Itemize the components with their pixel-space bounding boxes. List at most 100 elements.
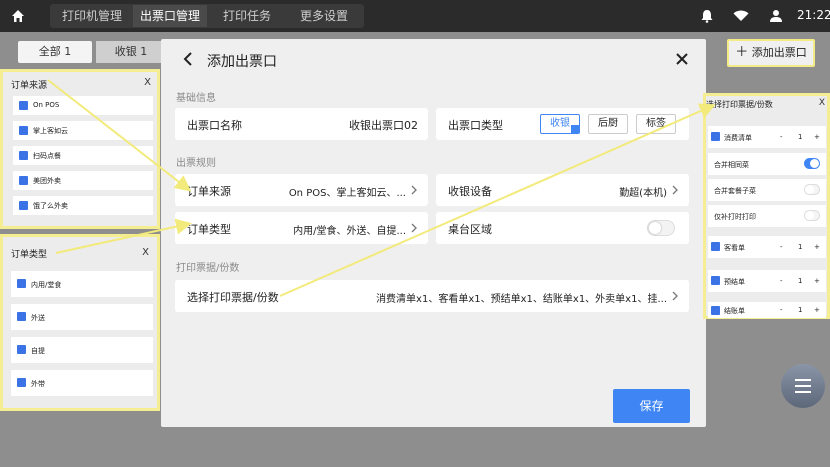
plus-icon: ＋ — [735, 45, 749, 60]
save-button[interactable]: 保存 — [613, 389, 690, 423]
close-icon[interactable]: X — [819, 98, 825, 108]
chevron-right-icon — [671, 185, 679, 195]
receipts-value: 消费清单x1、客看单x1、预结单x1、结账单x1、外卖单x1、挂... — [376, 294, 667, 305]
cashier-device-row[interactable]: 收银设备 勤超(本机) — [436, 174, 689, 206]
order-source-label: 订单来源 — [187, 185, 231, 198]
quantity-value: 1 — [798, 133, 803, 141]
chevron-right-icon — [410, 185, 418, 195]
decrease-button[interactable]: - — [780, 277, 783, 285]
quantity-value: 1 — [798, 243, 803, 251]
user-icon[interactable] — [769, 9, 783, 23]
order-type-value: 内用/堂食、外送、自提... — [293, 226, 406, 237]
increase-button[interactable]: + — [814, 133, 820, 141]
back-icon[interactable] — [181, 51, 195, 67]
checkbox-checked-icon[interactable] — [711, 276, 720, 285]
order-source-panel: 订单来源 X On POS 掌上客如云 扫码点餐 美团外卖 饿了么外卖 — [0, 69, 160, 229]
type-option-label[interactable]: 标签 — [636, 114, 676, 134]
increase-button[interactable]: + — [814, 306, 820, 314]
close-icon[interactable]: X — [142, 247, 149, 258]
list-item[interactable]: 外送 — [11, 304, 153, 330]
receipt-option-merge-combo: 合并套餐子菜 — [708, 179, 826, 201]
section-print-rules: 出票规则 — [176, 158, 216, 169]
increase-button[interactable]: + — [814, 277, 820, 285]
order-source-row[interactable]: 订单来源 On POS、掌上客如云、... — [175, 174, 428, 206]
decrease-button[interactable]: - — [780, 243, 783, 251]
checkbox-checked-icon[interactable] — [711, 242, 720, 251]
close-icon[interactable] — [675, 52, 689, 66]
cashier-device-label: 收银设备 — [448, 185, 492, 198]
checkbox-checked-icon[interactable] — [17, 312, 26, 321]
checkbox-checked-icon[interactable] — [19, 151, 28, 160]
list-item[interactable]: 外带 — [11, 370, 153, 396]
list-item[interactable]: 自提 — [11, 337, 153, 363]
outlet-name-label: 出票口名称 — [187, 119, 242, 132]
order-type-panel-title: 订单类型 — [11, 250, 48, 260]
receipt-row-prebill: 预结单 - 1 + — [708, 270, 826, 292]
menu-fab-button[interactable] — [781, 364, 825, 408]
subtab-cashier[interactable]: 收银 1 — [96, 41, 166, 63]
merge-same-toggle[interactable] — [804, 158, 820, 169]
toggle-knob — [810, 159, 819, 168]
cashier-device-value: 勤超(本机) — [619, 188, 667, 199]
receipt-option-reprint-only: 仅补打时打印 — [708, 205, 826, 227]
hamburger-icon — [795, 379, 811, 393]
outlet-type-label: 出票口类型 — [448, 119, 503, 132]
checkbox-checked-icon[interactable] — [17, 279, 26, 288]
tab-printer-management[interactable]: 打印机管理 — [54, 5, 130, 27]
wifi-icon — [733, 10, 749, 22]
receipts-panel: 选择打印票据/份数 X 消费清单 - 1 + 合并相同菜 合并套餐子菜 仅补打时… — [703, 93, 830, 319]
list-item[interactable]: 掌上客如云 — [13, 121, 153, 140]
section-print-receipts: 打印票据/份数 — [176, 263, 240, 274]
receipts-row[interactable]: 选择打印票据/份数 消费清单x1、客看单x1、预结单x1、结账单x1、外卖单x1… — [175, 280, 689, 312]
order-type-row[interactable]: 订单类型 内用/堂食、外送、自提... — [175, 212, 428, 244]
outlet-name-row[interactable]: 出票口名称 收银出票口02 — [175, 108, 428, 140]
subtab-all[interactable]: 全部 1 — [18, 41, 92, 63]
toggle-knob — [805, 211, 814, 220]
list-item[interactable]: 扫码点餐 — [13, 146, 153, 165]
list-item[interactable]: On POS — [13, 96, 153, 115]
checkbox-checked-icon[interactable] — [711, 132, 720, 141]
decrease-button[interactable]: - — [780, 133, 783, 141]
tab-print-tasks[interactable]: 打印任务 — [210, 5, 284, 27]
toggle-knob — [805, 185, 814, 194]
tab-ticket-outlet-management[interactable]: 出票口管理 — [133, 5, 207, 27]
receipts-panel-title: 选择打印票据/份数 — [706, 100, 773, 109]
checkbox-checked-icon[interactable] — [17, 378, 26, 387]
home-icon[interactable] — [10, 8, 26, 24]
checkbox-checked-icon[interactable] — [711, 306, 720, 315]
check-corner-icon — [571, 125, 579, 133]
add-outlet-button[interactable]: ＋ 添加出票口 — [727, 39, 815, 67]
receipt-option-merge-same: 合并相同菜 — [708, 153, 826, 175]
list-item[interactable]: 美团外卖 — [13, 171, 153, 190]
list-item[interactable]: 饿了么外卖 — [13, 196, 153, 215]
decrease-button[interactable]: - — [780, 306, 783, 314]
toggle-knob — [649, 222, 661, 234]
merge-combo-toggle[interactable] — [804, 184, 820, 195]
type-option-kitchen[interactable]: 后厨 — [588, 114, 628, 134]
checkbox-checked-icon[interactable] — [19, 201, 28, 210]
modal-title: 添加出票口 — [207, 54, 277, 70]
order-source-panel-title: 订单来源 — [11, 81, 48, 91]
receipt-row-checkout: 结账单 - 1 + — [708, 302, 826, 318]
quantity-value: 1 — [798, 306, 803, 314]
type-option-cashier[interactable]: 收银 — [540, 114, 580, 134]
table-area-label: 桌台区域 — [448, 223, 492, 236]
checkbox-checked-icon[interactable] — [19, 126, 28, 135]
clock: 21:22 — [797, 8, 830, 22]
table-area-toggle[interactable] — [647, 220, 675, 236]
increase-button[interactable]: + — [814, 243, 820, 251]
quantity-value: 1 — [798, 277, 803, 285]
checkbox-checked-icon[interactable] — [19, 176, 28, 185]
close-icon[interactable]: X — [144, 77, 151, 88]
order-source-value: On POS、掌上客如云、... — [288, 188, 406, 199]
bell-icon[interactable] — [700, 9, 714, 23]
table-area-row: 桌台区域 — [436, 212, 689, 244]
tab-more-settings[interactable]: 更多设置 — [287, 5, 361, 27]
list-item[interactable]: 内用/堂食 — [11, 271, 153, 297]
order-type-label: 订单类型 — [187, 223, 231, 236]
receipt-row-guest: 客看单 - 1 + — [708, 236, 826, 258]
checkbox-checked-icon[interactable] — [17, 345, 26, 354]
reprint-only-toggle[interactable] — [804, 210, 820, 221]
receipts-label: 选择打印票据/份数 — [187, 291, 279, 304]
checkbox-checked-icon[interactable] — [19, 101, 28, 110]
